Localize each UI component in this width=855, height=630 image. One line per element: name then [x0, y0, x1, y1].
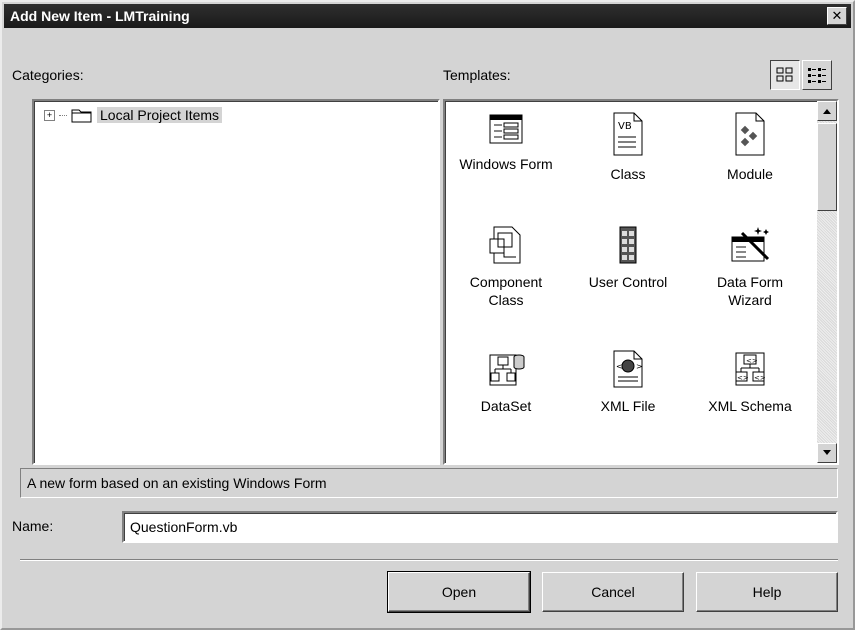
- template-component-class[interactable]: Component Class: [445, 225, 567, 309]
- template-label: User Control: [588, 274, 668, 290]
- template-xml-file[interactable]: < > XML File: [567, 349, 689, 415]
- template-label: Windows Form: [459, 156, 553, 172]
- large-icons-view-button[interactable]: [770, 60, 800, 90]
- module-icon: [735, 112, 765, 156]
- class-icon: VB: [613, 112, 643, 156]
- templates-list[interactable]: Windows Form VB Class Module Component C…: [443, 99, 839, 465]
- svg-text:VB: VB: [618, 121, 632, 132]
- svg-text:>: >: [636, 362, 643, 371]
- help-button[interactable]: Help: [696, 572, 838, 612]
- arrow-up-icon: [823, 109, 831, 114]
- windows-form-icon: [489, 114, 523, 144]
- template-description: A new form based on an existing Windows …: [20, 468, 838, 498]
- add-new-item-dialog: Add New Item - LMTraining ✕ Categories: …: [0, 0, 855, 630]
- window-title: Add New Item - LMTraining: [10, 8, 190, 24]
- svg-text:<>: <>: [746, 357, 758, 365]
- svg-text:<: <: [616, 362, 623, 371]
- xml-file-icon: < >: [613, 350, 643, 388]
- name-input[interactable]: [122, 511, 838, 543]
- template-label: XML Schema: [708, 398, 792, 414]
- component-class-icon: [489, 226, 521, 264]
- separator: [20, 559, 838, 561]
- close-icon: ✕: [831, 8, 843, 23]
- templates-grid: Windows Form VB Class Module Component C…: [445, 101, 817, 463]
- scroll-down-button[interactable]: [817, 443, 837, 463]
- svg-text:<>: <>: [754, 374, 766, 382]
- user-control-icon: [619, 226, 637, 264]
- folder-icon: [71, 109, 92, 123]
- template-module[interactable]: Module: [689, 111, 811, 183]
- categories-label: Categories:: [12, 67, 84, 83]
- xml-schema-icon: <> <> <>: [735, 352, 766, 386]
- template-label: Data Form Wizard: [716, 274, 784, 308]
- template-windows-form[interactable]: Windows Form: [445, 111, 567, 173]
- svg-text:<>: <>: [737, 374, 749, 382]
- scroll-up-button[interactable]: [817, 101, 837, 121]
- template-xml-schema[interactable]: <> <> <> XML Schema: [689, 349, 811, 415]
- template-label: Module: [727, 166, 773, 182]
- small-icons-view-icon: [808, 68, 826, 83]
- template-data-form-wizard[interactable]: Data Form Wizard: [689, 225, 811, 309]
- template-label: XML File: [600, 398, 656, 414]
- close-button[interactable]: ✕: [827, 7, 847, 25]
- categories-tree[interactable]: + Local Project Items: [32, 99, 440, 465]
- tree-item-local-project-items[interactable]: + Local Project Items: [44, 107, 223, 123]
- template-label: Component Class: [469, 274, 543, 308]
- open-button[interactable]: Open: [387, 571, 531, 613]
- small-icons-view-button[interactable]: [802, 60, 832, 90]
- template-label: Class: [610, 166, 646, 182]
- title-bar: Add New Item - LMTraining ✕: [4, 4, 851, 28]
- template-user-control[interactable]: User Control: [567, 225, 689, 291]
- large-icons-view-icon: [776, 67, 793, 82]
- view-mode-toggle: [770, 60, 832, 90]
- scroll-thumb[interactable]: [817, 123, 837, 211]
- name-label: Name:: [12, 518, 54, 534]
- cancel-button[interactable]: Cancel: [542, 572, 684, 612]
- templates-label: Templates:: [443, 67, 511, 83]
- arrow-down-icon: [823, 450, 831, 455]
- template-class[interactable]: VB Class: [567, 111, 689, 183]
- data-form-wizard-icon: [731, 227, 770, 262]
- dataset-icon: [489, 354, 525, 386]
- expand-icon[interactable]: +: [44, 109, 55, 121]
- template-label: DataSet: [480, 398, 532, 414]
- tree-connector: [59, 114, 67, 116]
- templates-scrollbar[interactable]: [817, 101, 837, 463]
- template-dataset[interactable]: DataSet: [445, 349, 567, 415]
- tree-item-label: Local Project Items: [97, 107, 223, 123]
